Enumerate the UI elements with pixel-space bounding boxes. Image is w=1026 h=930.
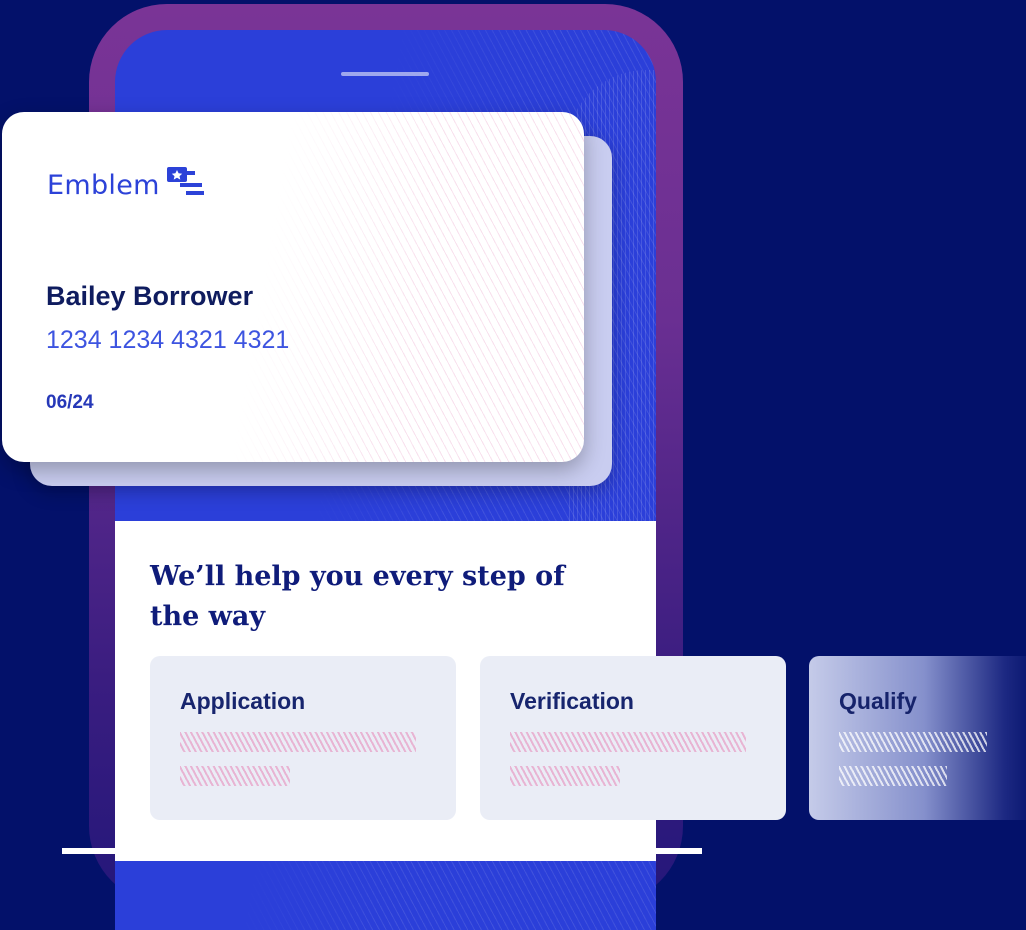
placeholder-line [510, 766, 620, 786]
step-label: Qualify [839, 688, 917, 714]
step-card-qualify[interactable]: Qualify [809, 656, 1026, 820]
brand-name: Emblem [47, 170, 160, 201]
bottom-edge [62, 848, 702, 854]
step-card-application[interactable]: Application [150, 656, 456, 820]
card-expiry: 06/24 [46, 392, 94, 413]
card-number: 1234 1234 4321 4321 [46, 326, 290, 354]
step-label: Application [180, 688, 306, 714]
brand-logo: Emblem [47, 166, 206, 205]
home-indicator [341, 72, 429, 76]
placeholder-line [839, 766, 947, 786]
step-label: Verification [510, 688, 634, 714]
headline: We’ll help you every step of the way [150, 561, 565, 632]
flag-logo-icon [166, 166, 206, 205]
placeholder-line [180, 732, 416, 752]
card-holder-name: Bailey Borrower [46, 281, 254, 311]
step-card-verification[interactable]: Verification [480, 656, 786, 820]
placeholder-line [839, 732, 987, 752]
placeholder-line [180, 766, 290, 786]
placeholder-line [510, 732, 746, 752]
